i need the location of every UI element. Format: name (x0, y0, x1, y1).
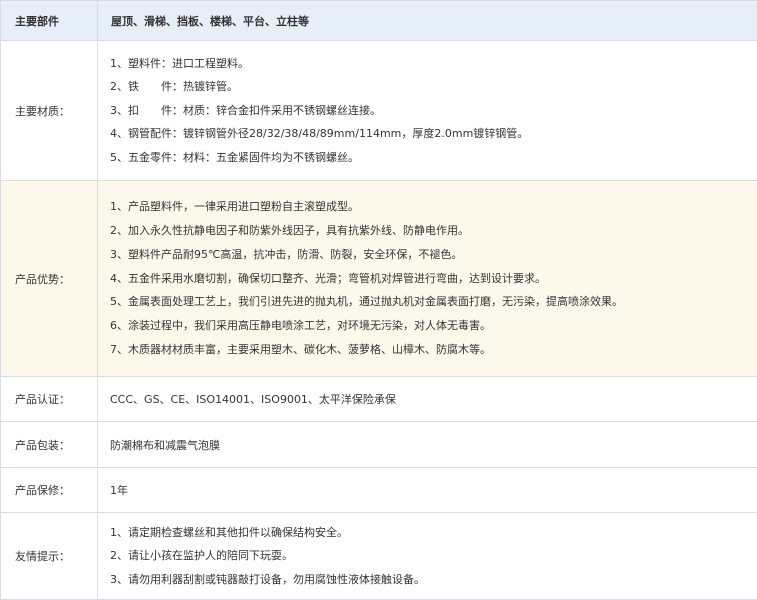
list-item: 2、铁 件：热镀锌管。 (110, 75, 756, 99)
tips-label: 友情提示： (1, 513, 98, 600)
table-row-packaging: 产品包装： 防潮棉布和减震气泡膜 (1, 422, 757, 468)
list-item: 3、塑料件产品耐95℃高温，抗冲击，防滑、防裂，安全环保，不褪色。 (110, 243, 756, 267)
list-item: 1、产品塑料件，一律采用进口塑粉自主滚塑成型。 (110, 195, 756, 219)
certification-value: CCC、GS、CE、ISO14001、ISO9001、太平洋保险承保 (98, 377, 757, 422)
advantages-label: 产品优势： (1, 181, 98, 377)
list-item: 2、加入永久性抗静电因子和防紫外线因子，具有抗紫外线、防静电作用。 (110, 219, 756, 243)
product-spec-table: 主要部件 屋顶、滑梯、挡板、楼梯、平台、立柱等 主要材质： 1、塑料件：进口工程… (0, 0, 757, 600)
list-item: 2、请让小孩在监护人的陪同下玩耍。 (110, 544, 756, 568)
list-item: 4、钢管配件：镀锌钢管外径28/32/38/48/89mm/114mm，厚度2.… (110, 122, 756, 146)
advantages-list: 1、产品塑料件，一律采用进口塑粉自主滚塑成型。 2、加入永久性抗静电因子和防紫外… (110, 195, 756, 362)
list-item: 1、请定期检查螺丝和其他扣件以确保结构安全。 (110, 521, 756, 545)
materials-label: 主要材质： (1, 41, 98, 181)
header-value-cell: 屋顶、滑梯、挡板、楼梯、平台、立柱等 (98, 1, 757, 41)
list-item: 4、五金件采用水磨切割，确保切口整齐、光滑；弯管机对焊管进行弯曲，达到设计要求。 (110, 267, 756, 291)
list-item: 3、扣 件：材质：锌合金扣件采用不锈钢螺丝连接。 (110, 99, 756, 123)
advantages-value-cell: 1、产品塑料件，一律采用进口塑粉自主滚塑成型。 2、加入永久性抗静电因子和防紫外… (98, 181, 757, 377)
list-item: 5、五金零件：材料：五金紧固件均为不锈钢螺丝。 (110, 146, 756, 170)
list-item: 6、涂装过程中，我们采用高压静电喷涂工艺，对环境无污染，对人体无毒害。 (110, 314, 756, 338)
warranty-value: 1年 (98, 468, 757, 513)
table-row-certification: 产品认证： CCC、GS、CE、ISO14001、ISO9001、太平洋保险承保 (1, 377, 757, 422)
list-item: 5、金属表面处理工艺上，我们引进先进的抛丸机，通过抛丸机对金属表面打磨，无污染，… (110, 290, 756, 314)
tips-list: 1、请定期检查螺丝和其他扣件以确保结构安全。 2、请让小孩在监护人的陪同下玩耍。… (110, 521, 756, 592)
packaging-value: 防潮棉布和减震气泡膜 (98, 422, 757, 468)
warranty-label: 产品保修： (1, 468, 98, 513)
list-item: 1、塑料件：进口工程塑料。 (110, 52, 756, 76)
materials-list: 1、塑料件：进口工程塑料。 2、铁 件：热镀锌管。 3、扣 件：材质：锌合金扣件… (110, 52, 756, 170)
table-row-materials: 主要材质： 1、塑料件：进口工程塑料。 2、铁 件：热镀锌管。 3、扣 件：材质… (1, 41, 757, 181)
packaging-label: 产品包装： (1, 422, 98, 468)
tips-value-cell: 1、请定期检查螺丝和其他扣件以确保结构安全。 2、请让小孩在监护人的陪同下玩耍。… (98, 513, 757, 600)
header-key-cell: 主要部件 (1, 1, 98, 41)
list-item: 3、请勿用利器刮割或钝器敲打设备，勿用腐蚀性液体接触设备。 (110, 568, 756, 592)
table-row-tips: 友情提示： 1、请定期检查螺丝和其他扣件以确保结构安全。 2、请让小孩在监护人的… (1, 513, 757, 600)
table-row-warranty: 产品保修： 1年 (1, 468, 757, 513)
certification-label: 产品认证： (1, 377, 98, 422)
list-item: 7、木质器材材质丰富，主要采用塑木、碳化木、菠萝格、山樟木、防腐木等。 (110, 338, 756, 362)
materials-value-cell: 1、塑料件：进口工程塑料。 2、铁 件：热镀锌管。 3、扣 件：材质：锌合金扣件… (98, 41, 757, 181)
table-header-row: 主要部件 屋顶、滑梯、挡板、楼梯、平台、立柱等 (1, 1, 757, 41)
table-row-advantages: 产品优势： 1、产品塑料件，一律采用进口塑粉自主滚塑成型。 2、加入永久性抗静电… (1, 181, 757, 377)
